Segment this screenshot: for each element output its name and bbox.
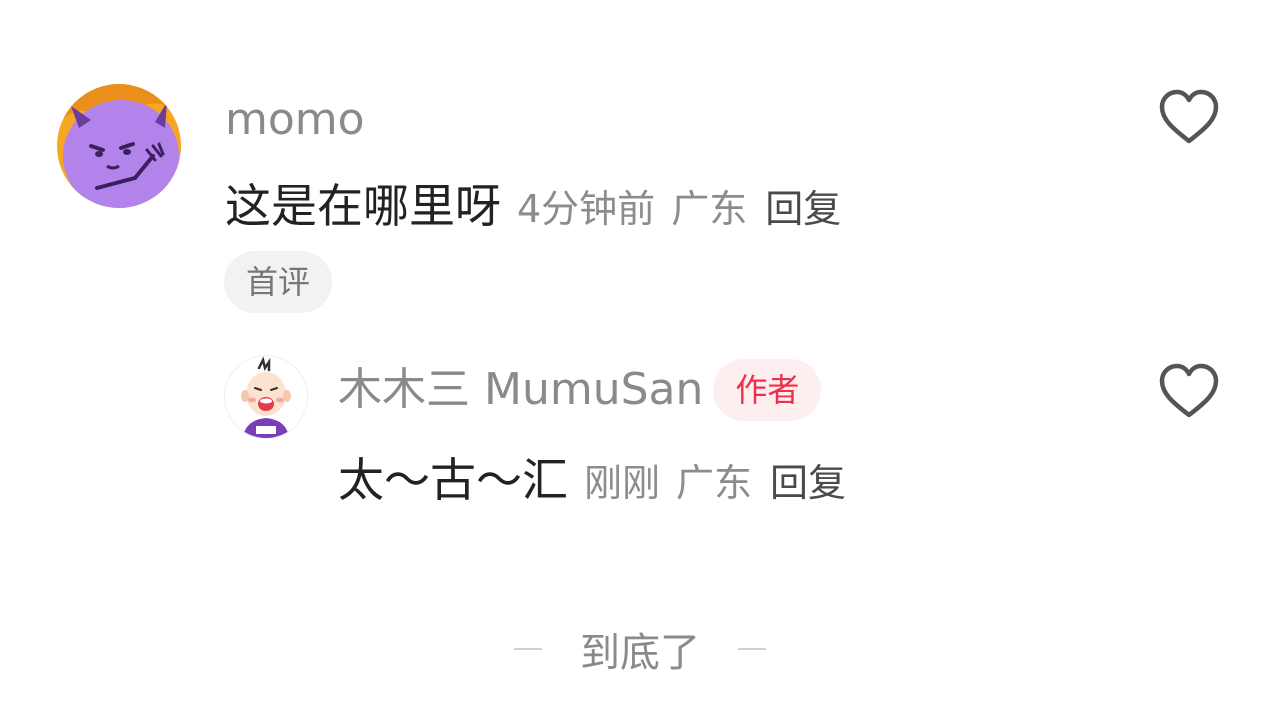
comment-username[interactable]: momo (225, 98, 365, 142)
reply-content[interactable]: 太～古～汇 (338, 444, 568, 510)
reply-button[interactable]: 回复 (765, 178, 841, 233)
end-of-list: 到底了 (0, 624, 1280, 676)
end-of-list-text: 到底了 (580, 630, 700, 676)
first-comment-tag: 首评 (224, 251, 333, 313)
avatar-mumusan[interactable] (224, 355, 308, 439)
comment-body: 这是在哪里呀 4分钟前 广东 回复 (225, 170, 841, 236)
divider-right (738, 648, 766, 650)
avatar-momo[interactable] (57, 84, 181, 208)
purple-devil-avatar-icon (57, 84, 181, 208)
heart-outline-icon (1159, 363, 1219, 418)
reply-time: 刚刚 (584, 461, 661, 505)
author-badge: 作者 (713, 359, 822, 421)
cartoon-boy-avatar-icon (225, 356, 307, 438)
reply-like-button[interactable] (1158, 362, 1220, 420)
reply-location: 广东 (676, 461, 753, 505)
reply-body: 太～古～汇 刚刚 广东 回复 (338, 444, 846, 510)
reply-username[interactable]: 木木三 MumuSan (338, 368, 703, 412)
heart-outline-icon (1159, 89, 1219, 144)
comment-location: 广东 (671, 187, 748, 231)
like-button[interactable] (1158, 88, 1220, 146)
reply-header: 木木三 MumuSan 作者 (338, 359, 822, 421)
reply-to-reply-button[interactable]: 回复 (770, 452, 846, 507)
divider-left (514, 648, 542, 650)
comment-time: 4分钟前 (517, 187, 656, 231)
comment-content[interactable]: 这是在哪里呀 (225, 170, 501, 236)
